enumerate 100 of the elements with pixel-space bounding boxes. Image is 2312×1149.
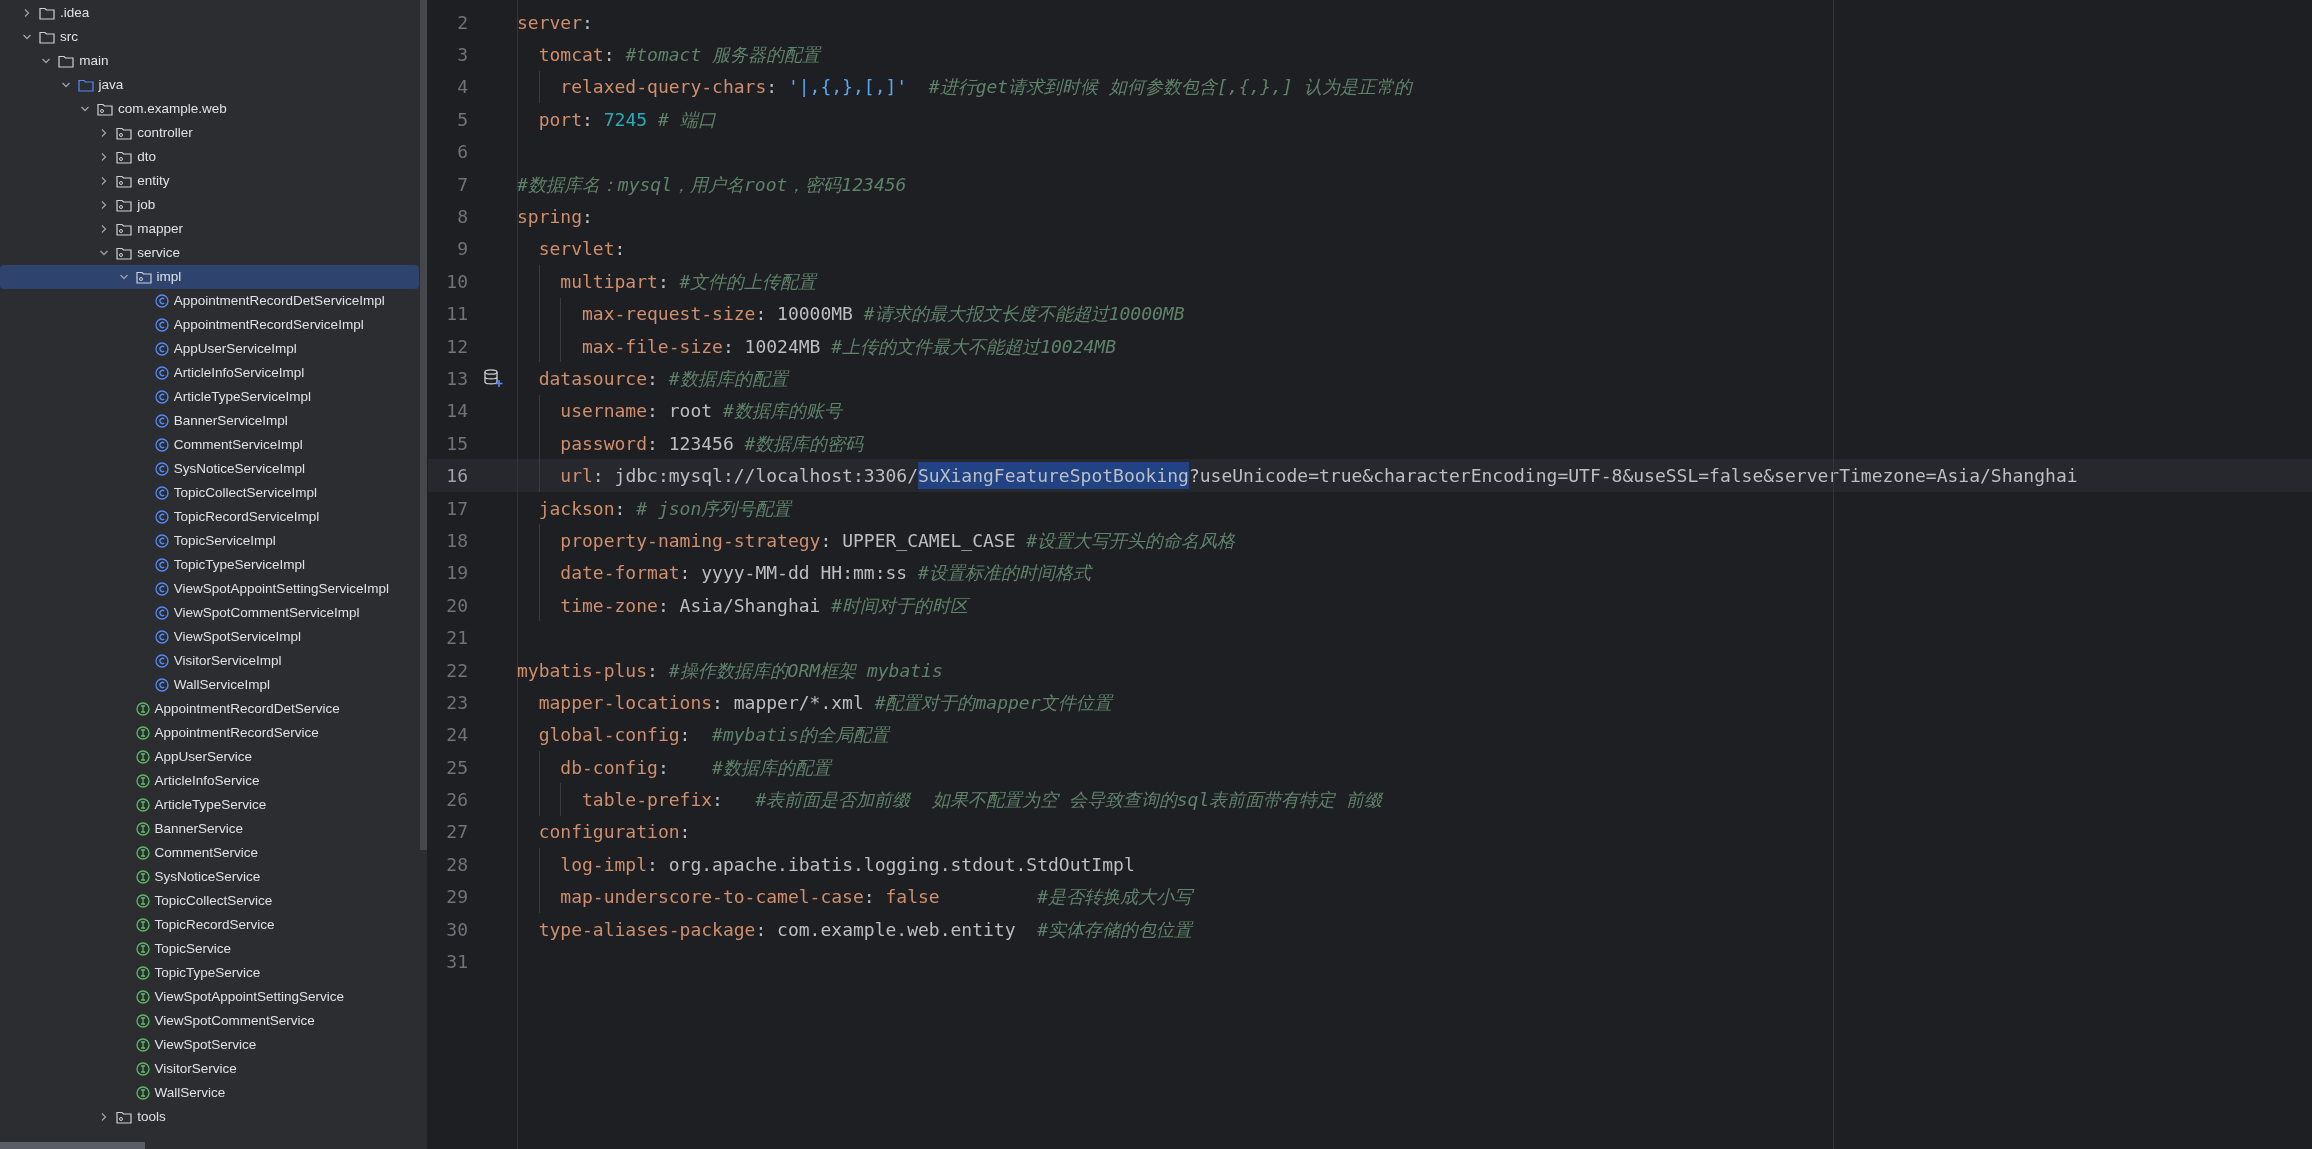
code-comment: #数据库的配置 xyxy=(668,367,788,391)
package-folder-icon xyxy=(116,198,133,212)
folder-icon xyxy=(39,6,55,20)
tree-item[interactable]: TopicTypeServiceImpl xyxy=(0,553,419,577)
yaml-key: time-zone xyxy=(560,591,658,619)
tree-item[interactable]: java xyxy=(0,73,419,97)
tree-item[interactable]: TopicRecordServiceImpl xyxy=(0,505,419,529)
tree-item[interactable]: main xyxy=(0,49,419,73)
string-value: '|,{,},[,]' xyxy=(787,75,908,100)
tree-item[interactable]: src xyxy=(0,25,419,49)
yaml-key: spring xyxy=(517,203,583,231)
tree-item[interactable]: job xyxy=(0,193,419,217)
tree-item[interactable]: BannerServiceImpl xyxy=(0,409,419,433)
interface-icon xyxy=(135,942,150,956)
tree-item[interactable]: service xyxy=(0,241,419,265)
interface-icon xyxy=(135,822,150,836)
yaml-key: jackson xyxy=(538,494,615,522)
chevron-down-icon[interactable] xyxy=(22,32,32,42)
tree-item[interactable]: WallServiceImpl xyxy=(0,673,419,697)
tree-item[interactable]: SysNoticeService xyxy=(0,865,419,889)
tree-item[interactable]: tools xyxy=(0,1105,419,1129)
line-number: 2 xyxy=(457,11,468,33)
line-number: 8 xyxy=(457,206,468,228)
tree-item[interactable]: ViewSpotServiceImpl xyxy=(0,625,419,649)
line-number: 16 xyxy=(446,465,468,487)
chevron-down-icon[interactable] xyxy=(60,80,71,90)
interface-icon xyxy=(135,1038,150,1052)
folder-icon xyxy=(77,78,94,92)
yaml-key: global-config xyxy=(538,721,680,749)
tree-item[interactable]: ArticleInfoServiceImpl xyxy=(0,361,419,385)
tree-item[interactable]: ArticleTypeServiceImpl xyxy=(0,385,419,409)
tree-item[interactable]: ArticleInfoService xyxy=(0,769,419,793)
tree-item[interactable]: ViewSpotCommentService xyxy=(0,1009,419,1033)
interface-icon xyxy=(135,774,150,788)
tree-item[interactable]: AppointmentRecordDetService xyxy=(0,697,419,721)
interface-icon xyxy=(135,990,150,1004)
tree-item[interactable]: ViewSpotCommentServiceImpl xyxy=(0,601,419,625)
tree-item[interactable]: AppointmentRecordService xyxy=(0,721,419,745)
colon: : xyxy=(657,593,670,618)
class-icon xyxy=(154,294,169,308)
chevron-down-icon[interactable] xyxy=(118,272,129,282)
line-number: 20 xyxy=(446,594,468,616)
code-comment: #数据库的账号 xyxy=(721,399,842,424)
tree-item[interactable]: CommentService xyxy=(0,841,419,865)
line-number: 9 xyxy=(457,238,468,260)
tree-item[interactable]: WallService xyxy=(0,1081,419,1105)
tree-item[interactable]: CommentServiceImpl xyxy=(0,433,419,457)
line-number: 25 xyxy=(446,756,468,778)
tree-item[interactable]: SysNoticeServiceImpl xyxy=(0,457,419,481)
tree-item[interactable]: VisitorService xyxy=(0,1057,419,1081)
tree-item[interactable]: entity xyxy=(0,169,419,193)
vertical-scrollbar[interactable] xyxy=(420,0,427,850)
tree-item[interactable]: dto xyxy=(0,145,419,169)
tree-item[interactable]: TopicCollectService xyxy=(0,889,419,913)
yaml-key: mybatis-plus xyxy=(517,656,648,684)
chevron-down-icon[interactable] xyxy=(99,248,110,258)
tree-item[interactable]: com.example.web xyxy=(0,97,419,121)
chevron-down-icon[interactable] xyxy=(79,104,90,114)
line-number: 10 xyxy=(446,270,468,292)
tree-item[interactable]: TopicServiceImpl xyxy=(0,529,419,553)
chevron-down-icon[interactable] xyxy=(41,56,52,66)
tree-item[interactable]: .idea xyxy=(0,1,419,25)
tree-item[interactable]: TopicRecordService xyxy=(0,913,419,937)
tree-item[interactable]: mapper xyxy=(0,217,419,241)
class-icon xyxy=(154,366,169,380)
colon: : xyxy=(712,690,724,715)
colon: : xyxy=(647,399,659,424)
tree-item[interactable]: BannerService xyxy=(0,817,419,841)
tree-item[interactable]: TopicTypeService xyxy=(0,961,419,985)
tree-item[interactable]: controller xyxy=(0,121,419,145)
line-number: 12 xyxy=(446,335,468,357)
tree-item[interactable]: ViewSpotAppointSettingServiceImpl xyxy=(0,577,419,601)
chevron-right-icon[interactable] xyxy=(22,8,32,18)
interface-icon xyxy=(135,798,150,812)
tree-item[interactable]: AppointmentRecordDetServiceImpl xyxy=(0,289,419,313)
tree-item[interactable]: VisitorServiceImpl xyxy=(0,649,419,673)
line-number: 29 xyxy=(446,886,468,908)
database-icon[interactable] xyxy=(482,368,503,389)
horizontal-scrollbar[interactable] xyxy=(0,1142,145,1149)
package-folder-icon xyxy=(116,126,133,140)
code-comment: #实体存储的包位置 xyxy=(1036,917,1193,942)
line-number: 6 xyxy=(457,141,468,163)
tree-item[interactable]: TopicCollectServiceImpl xyxy=(0,481,419,505)
colon: : xyxy=(614,496,627,521)
colon: : xyxy=(582,107,594,132)
tree-item[interactable]: AppointmentRecordServiceImpl xyxy=(0,313,419,337)
tree-item[interactable]: AppUserServiceImpl xyxy=(0,337,419,361)
yaml-key: configuration xyxy=(538,818,680,846)
tree-item[interactable]: ViewSpotAppointSettingService xyxy=(0,985,419,1009)
folder-icon xyxy=(39,30,55,44)
colon: : xyxy=(582,205,593,230)
colon: : xyxy=(679,723,692,748)
tree-item[interactable]: AppUserService xyxy=(0,745,419,769)
interface-icon xyxy=(135,702,150,716)
line-number: 31 xyxy=(446,951,468,972)
tree-item[interactable]: impl xyxy=(0,265,419,289)
tree-item[interactable]: ArticleTypeService xyxy=(0,793,419,817)
tree-item[interactable]: TopicService xyxy=(0,937,419,961)
tree-item[interactable]: ViewSpotService xyxy=(0,1033,419,1057)
selected-text: SuXiangFeatureSpotBooking xyxy=(918,462,1189,490)
